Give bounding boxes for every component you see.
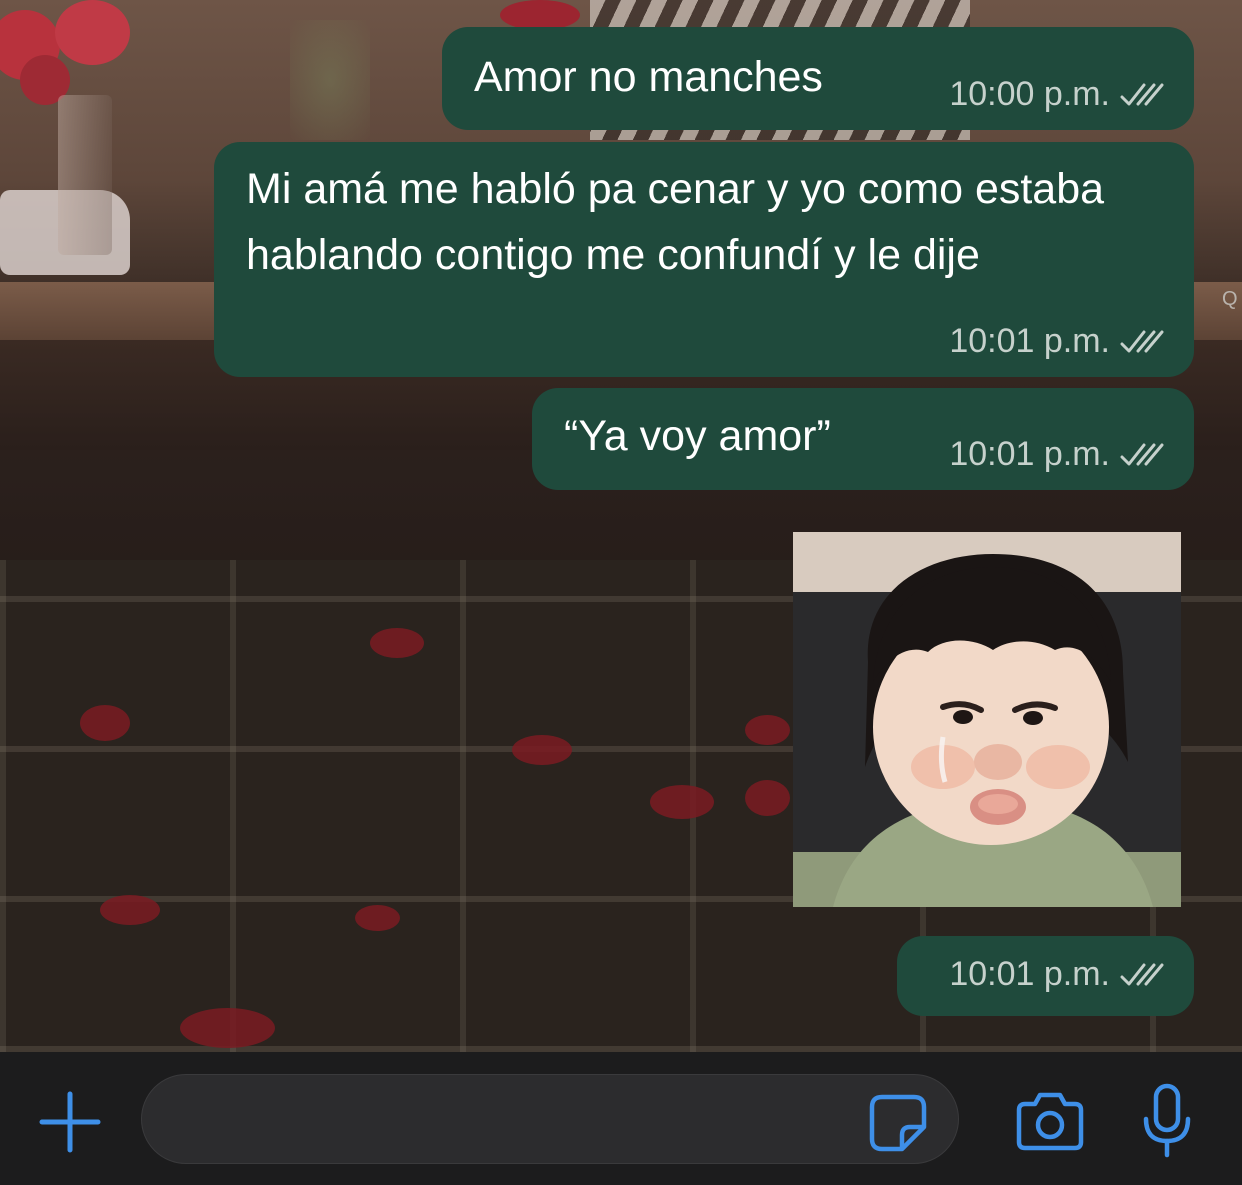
message-text: Mi amá me habló pa cenar y yo como estab… (246, 165, 1117, 279)
sticker-icon[interactable] (868, 1093, 928, 1153)
wallpaper-plant (290, 20, 370, 140)
message-time: 10:01 p.m. (949, 955, 1110, 993)
wallpaper-vase (58, 95, 112, 255)
message-time: 10:01 p.m. (949, 435, 1110, 473)
wallpaper-petal (745, 715, 790, 745)
wallpaper-flower (500, 0, 580, 30)
wallpaper-petal (100, 895, 160, 925)
edge-letter: Q (1222, 288, 1238, 310)
plus-icon[interactable] (38, 1090, 102, 1154)
double-check-icon (1120, 83, 1164, 105)
wallpaper-flower (55, 0, 130, 65)
message-bubble[interactable]: Amor no manches 10:00 p.m. (442, 27, 1194, 130)
message-time: 10:01 p.m. (949, 322, 1110, 360)
message-meta: 10:01 p.m. (949, 435, 1166, 474)
message-time: 10:00 p.m. (949, 75, 1110, 113)
wallpaper-petal (370, 628, 424, 658)
wallpaper-petal (355, 905, 400, 931)
message-text: Amor no manches (474, 53, 823, 101)
wallpaper-petal (180, 1008, 275, 1048)
message-bubble[interactable]: 10:01 p.m. (897, 936, 1194, 1016)
message-bubble[interactable]: Mi amá me habló pa cenar y yo como estab… (214, 142, 1194, 377)
wallpaper-petal (650, 785, 714, 819)
message-text: “Ya voy amor” (564, 412, 831, 460)
microphone-icon[interactable] (1140, 1083, 1194, 1159)
wallpaper-petal (512, 735, 572, 765)
message-meta: 10:01 p.m. (949, 955, 1166, 994)
double-check-icon (1120, 330, 1164, 352)
wallpaper-petal (80, 705, 130, 741)
sticker-image (793, 532, 1181, 907)
double-check-icon (1120, 443, 1164, 465)
message-input[interactable] (141, 1074, 959, 1164)
crying-baby-sticker[interactable] (793, 532, 1181, 907)
message-meta: 10:01 p.m. (949, 322, 1166, 361)
message-meta: 10:00 p.m. (949, 75, 1166, 114)
wallpaper-petal (745, 780, 790, 816)
message-bubble[interactable]: “Ya voy amor” 10:01 p.m. (532, 388, 1194, 490)
camera-icon[interactable] (1015, 1090, 1085, 1152)
double-check-icon (1120, 963, 1164, 985)
